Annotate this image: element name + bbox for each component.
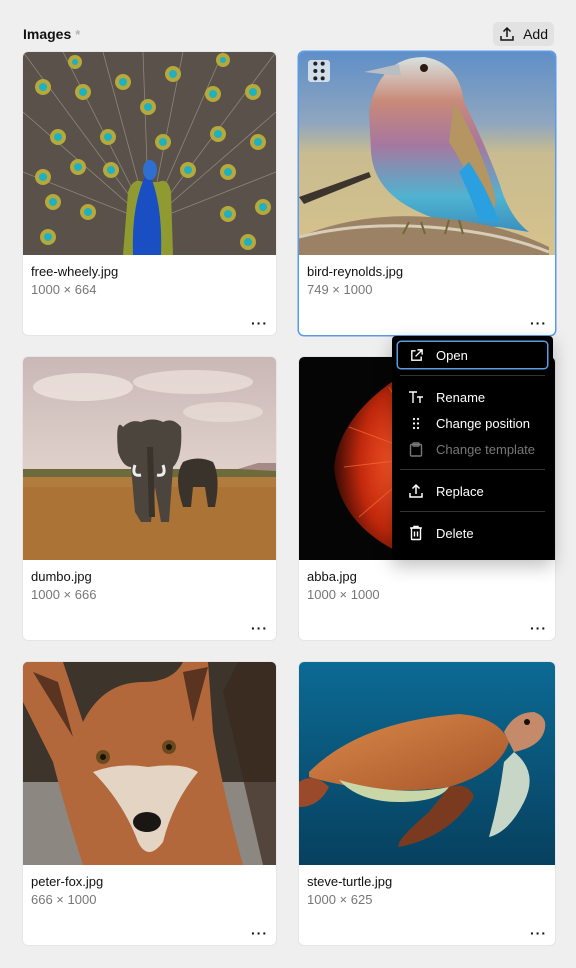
image-context-menu: Open Rename Change position Change templ… xyxy=(392,336,553,560)
menu-item-label: Replace xyxy=(436,483,484,499)
menu-divider xyxy=(400,375,545,376)
image-thumbnail[interactable] xyxy=(299,662,555,865)
image-thumbnail[interactable] xyxy=(23,52,276,255)
trash-icon xyxy=(408,525,424,541)
menu-item-replace[interactable]: Replace xyxy=(398,478,547,504)
menu-item-label: Change position xyxy=(436,415,530,431)
external-link-icon xyxy=(408,347,424,363)
menu-divider xyxy=(400,511,545,512)
image-dimensions: 666 × 1000 xyxy=(31,892,97,907)
image-thumbnail[interactable] xyxy=(23,662,276,865)
menu-item-change-template: Change template xyxy=(398,436,547,462)
menu-item-change-position[interactable]: Change position xyxy=(398,410,547,436)
image-filename: bird-reynolds.jpg xyxy=(307,264,404,279)
image-card[interactable]: free-wheely.jpg 1000 × 664 ··· xyxy=(23,52,276,335)
menu-item-label: Delete xyxy=(436,525,474,541)
image-dimensions: 749 × 1000 xyxy=(307,282,373,297)
image-dimensions: 1000 × 664 xyxy=(31,282,97,297)
image-filename: steve-turtle.jpg xyxy=(307,874,393,889)
peacock-image xyxy=(23,52,276,255)
drag-handle[interactable] xyxy=(308,60,330,82)
menu-item-rename[interactable]: Rename xyxy=(398,384,547,410)
image-dimensions: 1000 × 625 xyxy=(307,892,373,907)
image-filename: abba.jpg xyxy=(307,569,357,584)
more-options-button[interactable]: ··· xyxy=(251,926,268,940)
image-filename: dumbo.jpg xyxy=(31,569,92,584)
image-filename: free-wheely.jpg xyxy=(31,264,119,279)
image-card[interactable]: dumbo.jpg 1000 × 666 ··· xyxy=(23,357,276,640)
drag-handle-icon xyxy=(408,415,424,431)
images-field-header: Images * Add xyxy=(23,22,554,46)
image-thumbnail[interactable] xyxy=(23,357,276,560)
menu-item-label: Change template xyxy=(436,441,536,457)
drag-handle-icon xyxy=(313,61,325,81)
field-title: Images xyxy=(23,26,72,42)
upload-icon xyxy=(408,483,424,499)
add-image-button[interactable]: Add xyxy=(493,22,554,46)
upload-icon xyxy=(500,26,514,41)
menu-item-delete[interactable]: Delete xyxy=(398,520,547,546)
image-card-selected[interactable]: bird-reynolds.jpg 749 × 1000 ··· xyxy=(299,52,555,335)
required-marker: * xyxy=(75,26,81,42)
text-icon xyxy=(408,389,424,405)
more-options-button[interactable]: ··· xyxy=(251,316,268,330)
more-options-button[interactable]: ··· xyxy=(530,926,547,940)
more-options-button[interactable]: ··· xyxy=(251,621,268,635)
sea-turtle-image xyxy=(299,662,555,865)
image-thumbnail[interactable] xyxy=(299,52,555,255)
image-dimensions: 1000 × 1000 xyxy=(307,587,380,602)
menu-item-label: Open xyxy=(436,347,468,363)
menu-item-label: Rename xyxy=(436,389,486,405)
elephant-image xyxy=(23,357,276,560)
fox-image xyxy=(23,662,276,865)
menu-item-open[interactable]: Open xyxy=(398,342,547,368)
image-card[interactable]: peter-fox.jpg 666 × 1000 ··· xyxy=(23,662,276,945)
field-label: Images * xyxy=(23,26,80,42)
menu-divider xyxy=(400,469,545,470)
add-button-label: Add xyxy=(523,26,548,42)
image-dimensions: 1000 × 666 xyxy=(31,587,97,602)
more-options-button[interactable]: ··· xyxy=(530,316,547,330)
image-card[interactable]: steve-turtle.jpg 1000 × 625 ··· xyxy=(299,662,555,945)
image-filename: peter-fox.jpg xyxy=(31,874,104,889)
more-options-button[interactable]: ··· xyxy=(530,621,547,635)
bird-image xyxy=(299,52,555,255)
clipboard-icon xyxy=(408,441,424,457)
